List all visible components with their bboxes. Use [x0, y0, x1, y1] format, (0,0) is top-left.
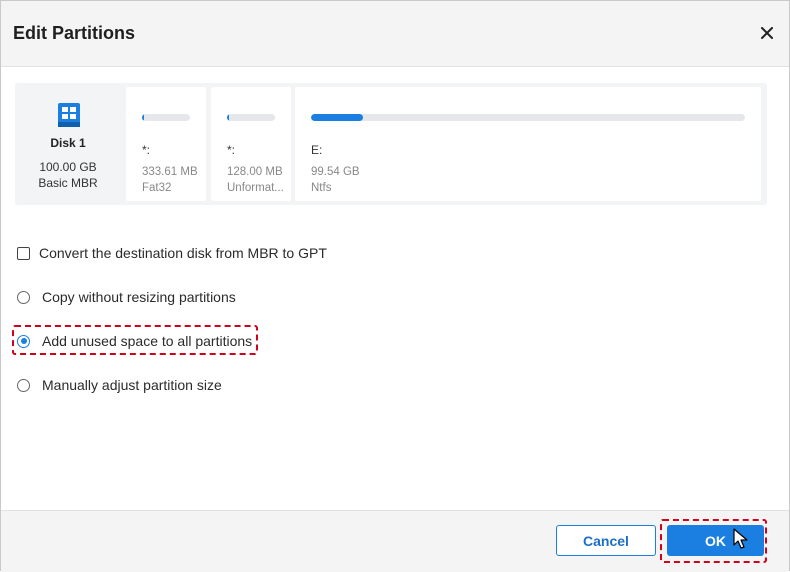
partition-2[interactable]: *: 128.00 MB Unformat... — [211, 87, 291, 201]
partition-3-letter: E: — [311, 143, 323, 157]
convert-gpt-option[interactable]: Convert the destination disk from MBR to… — [17, 245, 327, 261]
partition-1-filesystem: Fat32 — [142, 182, 172, 194]
radio-add-unused-space[interactable]: Add unused space to all partitions — [17, 333, 252, 349]
disk-icon — [58, 103, 80, 127]
partition-3[interactable]: E: 99.54 GB Ntfs — [295, 87, 761, 201]
radio-add-unused-space-button[interactable] — [17, 334, 30, 348]
ok-button[interactable]: OK — [667, 525, 764, 556]
partition-1-size: 333.61 MB — [142, 166, 198, 178]
mouse-cursor-icon — [733, 528, 748, 549]
partition-1[interactable]: *: 333.61 MB Fat32 — [126, 87, 206, 201]
radio-add-unused-space-label: Add unused space to all partitions — [42, 333, 253, 349]
close-icon — [761, 27, 773, 39]
radio-copy-without-resizing-button[interactable] — [17, 290, 30, 304]
partition-3-usage-bar — [311, 114, 745, 121]
dialog-titlebar: Edit Partitions — [1, 1, 789, 67]
partition-2-usage-fill — [227, 114, 230, 121]
disk-map: Disk 1 100.00 GB Basic MBR *: 333.61 MB … — [15, 83, 767, 205]
partition-1-usage-bar — [142, 114, 190, 121]
radio-copy-without-resizing-label: Copy without resizing partitions — [42, 289, 236, 305]
disk-info: Disk 1 100.00 GB Basic MBR — [15, 83, 121, 205]
partition-2-size: 128.00 MB — [227, 166, 283, 178]
cancel-button[interactable]: Cancel — [556, 525, 656, 556]
dialog-footer: Cancel OK — [1, 510, 789, 572]
radio-manually-adjust[interactable]: Manually adjust partition size — [17, 377, 222, 393]
convert-gpt-checkbox[interactable] — [17, 246, 30, 260]
convert-gpt-label: Convert the destination disk from MBR to… — [39, 245, 327, 261]
radio-manually-adjust-label: Manually adjust partition size — [42, 377, 222, 393]
radio-copy-without-resizing[interactable]: Copy without resizing partitions — [17, 289, 236, 305]
partition-3-usage-fill — [311, 114, 364, 121]
partition-1-usage-fill — [142, 114, 145, 121]
partition-1-letter: *: — [142, 143, 151, 157]
partition-2-letter: *: — [227, 143, 236, 157]
disk-name: Disk 1 — [50, 136, 86, 150]
partition-2-usage-bar — [227, 114, 275, 121]
disk-type: Basic MBR — [38, 176, 98, 190]
partition-2-filesystem: Unformat... — [227, 182, 284, 194]
dialog-title: Edit Partitions — [13, 23, 136, 43]
partition-3-size: 99.54 GB — [311, 166, 360, 178]
radio-manually-adjust-button[interactable] — [17, 378, 30, 392]
edit-partitions-dialog: Edit Partitions Disk 1 100.00 GB Basic M… — [0, 0, 790, 572]
disk-size: 100.00 GB — [39, 160, 97, 174]
close-button[interactable] — [755, 21, 779, 45]
partition-3-filesystem: Ntfs — [311, 182, 332, 194]
